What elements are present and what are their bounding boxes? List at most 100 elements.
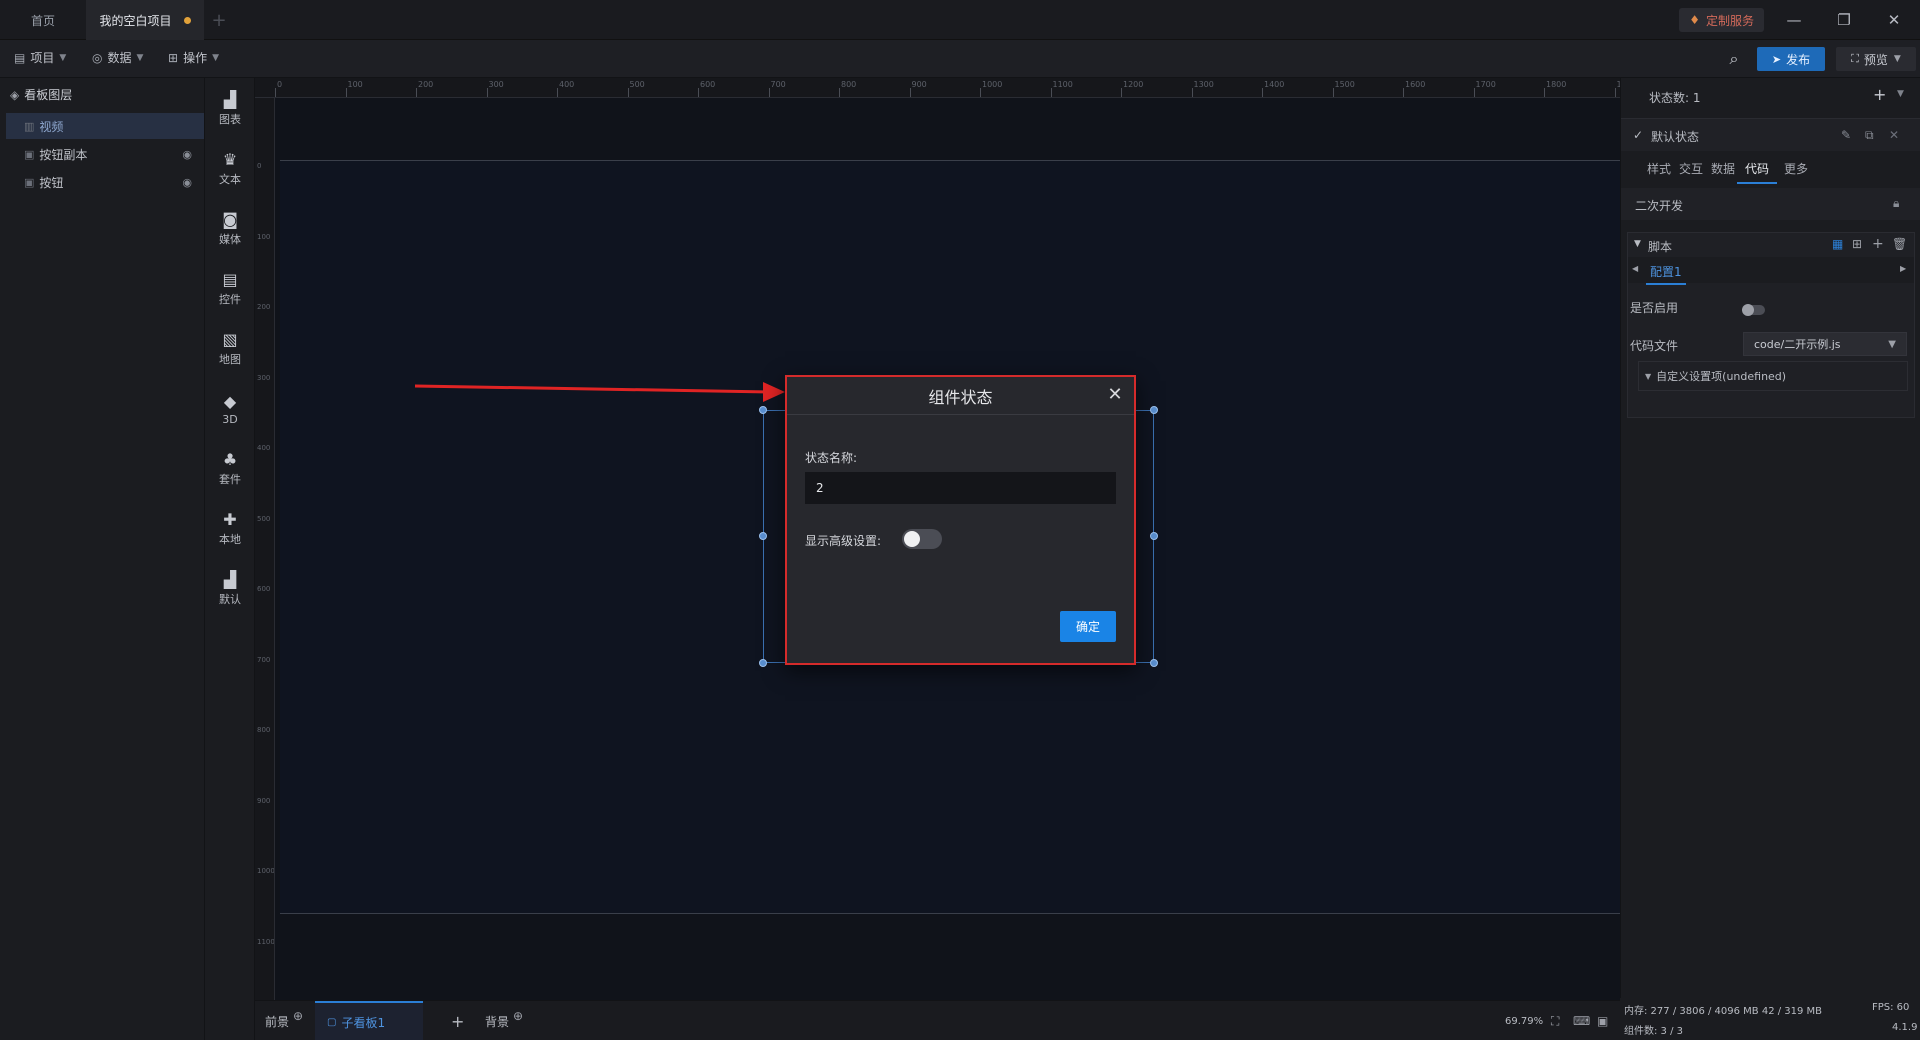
menu-data[interactable]: ◎ 数据 ▼ [92, 49, 143, 66]
chevron-down-icon[interactable]: ▼ [1634, 239, 1641, 249]
ruler-tick-label: 1800 [1546, 80, 1567, 89]
layer-label: 视频 [39, 119, 64, 134]
enabled-toggle[interactable] [1742, 304, 1765, 316]
tab-data[interactable]: 数据 [1711, 160, 1735, 184]
ruler-tick-label: 800 [841, 80, 857, 89]
keyboard-icon[interactable]: ⌨ [1573, 1001, 1590, 1040]
board-tab-icon: ▢ [327, 1016, 337, 1028]
comp-3d[interactable]: ◆ 3D [205, 384, 255, 434]
comp-control[interactable]: ▤ 控件 [205, 264, 255, 314]
version-label: 4.1.9 [1892, 1022, 1918, 1033]
comp-default[interactable]: ▟ 默认 [205, 564, 255, 614]
layer-item[interactable]: ▥ 视频 [6, 113, 204, 139]
resize-handle[interactable] [759, 532, 767, 540]
close-window-button[interactable]: ✕ [1872, 6, 1916, 34]
search-button[interactable]: ⌕ [1722, 48, 1746, 70]
comp-media[interactable]: ◙ 媒体 [205, 204, 255, 254]
tab-project[interactable]: 我的空白项目 [86, 0, 204, 40]
default-state-row[interactable]: ✓ 默认状态 ✎ ⧉ ✕ [1621, 119, 1920, 151]
advanced-settings-label: 显示高级设置: [805, 534, 882, 548]
state-count-label: 状态数: 1 [1649, 91, 1701, 105]
chevron-down-icon: ▼ [136, 52, 144, 63]
board-tab[interactable]: ▢ 子看板1 [315, 1001, 423, 1040]
fit-icon[interactable]: ⛶ [1551, 1001, 1559, 1040]
preview-button[interactable]: ⛶ 预览 ▼ [1836, 47, 1916, 71]
add-circle-icon[interactable]: ⊕ [293, 1009, 303, 1023]
ruler-tick-label: 300 [257, 373, 271, 382]
tab-more[interactable]: 更多 [1784, 160, 1808, 184]
chevron-down-icon[interactable]: ▼ [1897, 89, 1904, 99]
chevron-right-icon[interactable]: ▶ [1900, 264, 1906, 273]
resize-handle[interactable] [759, 659, 767, 667]
properties-panel: 状态数: 1 + ▼ ✓ 默认状态 ✎ ⧉ ✕ 样式 交互 数据 代码 更多 二… [1620, 78, 1920, 998]
dialog-header: 组件状态 ✕ [787, 377, 1134, 415]
close-icon[interactable]: ✕ [1889, 128, 1899, 142]
comp-kit[interactable]: ♣ 套件 [205, 444, 255, 494]
ruler-tick [1473, 88, 1475, 97]
layers-title: ◈ 看板图层 [10, 86, 72, 103]
ruler-tick [416, 88, 417, 97]
trash-icon[interactable]: 🗑︎ [1892, 237, 1907, 251]
terminal-icon[interactable]: ▣ [1597, 1001, 1608, 1040]
layers-title-label: 看板图层 [24, 88, 73, 102]
tab-code[interactable]: 代码 [1737, 160, 1777, 184]
confirm-button[interactable]: 确定 [1060, 611, 1116, 642]
bar-chart-icon: ▟ [223, 90, 237, 109]
resize-handle[interactable] [1150, 406, 1158, 414]
add-board-button[interactable]: + [451, 1001, 464, 1040]
ruler-tick-label: 700 [257, 655, 271, 664]
ruler-tick-label: 100 [347, 80, 363, 89]
add-state-button[interactable]: + [1873, 85, 1886, 104]
chevron-down-icon: ▼ [1645, 371, 1652, 381]
plus-icon[interactable]: + [1872, 236, 1884, 252]
resize-handle[interactable] [1150, 532, 1158, 540]
menu-project[interactable]: ▤ 项目 ▼ [14, 49, 66, 66]
publish-button[interactable]: ➤ 发布 [1757, 47, 1825, 71]
resize-handle[interactable] [1150, 659, 1158, 667]
title-bar: 首页 我的空白项目 + ♦ 定制服务 — ❐ ✕ [0, 0, 1920, 40]
visibility-icon[interactable]: ◉ [182, 176, 192, 189]
layout-icon[interactable]: ▦ [1832, 237, 1843, 251]
restore-button[interactable]: ❐ [1822, 6, 1866, 34]
visibility-icon[interactable]: ◉ [182, 148, 192, 161]
zoom-level[interactable]: 69.79% [1505, 1001, 1543, 1040]
lock-icon[interactable]: 🔒︎ [1893, 196, 1899, 211]
custom-settings-row[interactable]: ▼ 自定义设置项(undefined) [1638, 361, 1908, 391]
comp-text[interactable]: ♛ 文本 [205, 144, 255, 194]
edit-icon[interactable]: ✎ [1841, 128, 1851, 142]
code-file-value: code/二开示例.js [1754, 338, 1841, 351]
chevron-down-icon: ▼ [1893, 54, 1901, 64]
chevron-left-icon[interactable]: ◀ [1632, 264, 1638, 273]
layer-item[interactable]: ▣ 按钮副本 ◉ [6, 141, 204, 167]
close-icon[interactable]: ✕ [1106, 386, 1124, 404]
minimize-button[interactable]: — [1772, 6, 1816, 34]
code-file-select[interactable]: code/二开示例.js ▼ [1743, 332, 1907, 356]
component-toolbar: ▟ 图表 ♛ 文本 ◙ 媒体 ▤ 控件 ▧ 地图 ◆ 3D ♣ 套件 ✚ 本地 ▟ 默认 [205, 78, 255, 1040]
ruler-tick-label: 500 [257, 514, 271, 523]
tab-interaction[interactable]: 交互 [1679, 160, 1703, 184]
copy-icon[interactable]: ⧉ [1865, 128, 1874, 143]
add-circle-icon[interactable]: ⊕ [513, 1009, 523, 1023]
toggle-knob [904, 531, 920, 547]
custom-service-button[interactable]: ♦ 定制服务 [1679, 8, 1764, 32]
background-tab[interactable]: 背景 ⊕ [485, 1001, 523, 1040]
comp-local[interactable]: ✚ 本地 [205, 504, 255, 554]
advanced-settings-toggle[interactable] [902, 529, 942, 549]
layer-item[interactable]: ▣ 按钮 ◉ [6, 169, 204, 195]
comp-chart[interactable]: ▟ 图表 [205, 84, 255, 134]
bottom-bar: 前景 ⊕ ▢ 子看板1 + 背景 ⊕ 69.79% ⛶ ⌨ ▣ [255, 1000, 1620, 1040]
add-tab-button[interactable]: + [206, 0, 232, 40]
resize-handle[interactable] [759, 406, 767, 414]
tab-home[interactable]: 首页 [0, 0, 86, 40]
menu-operate[interactable]: ⊞ 操作 ▼ [168, 49, 219, 66]
comp-map[interactable]: ▧ 地图 [205, 324, 255, 374]
foreground-tab[interactable]: 前景 ⊕ [265, 1001, 303, 1040]
layers-panel: ◈ 看板图层 ▥ 视频 ▣ 按钮副本 ◉ ▣ 按钮 ◉ [0, 78, 205, 1040]
publish-label: 发布 [1786, 52, 1811, 67]
status-area: 内存: 277 / 3806 / 4096 MB 42 / 319 MB FPS… [1620, 998, 1920, 1040]
grid-icon[interactable]: ⊞ [1852, 237, 1862, 251]
comp-media-label: 媒体 [219, 233, 241, 246]
tab-style[interactable]: 样式 [1647, 160, 1671, 184]
config-tab[interactable]: 配置1 [1646, 263, 1686, 285]
state-name-input[interactable] [805, 472, 1116, 504]
